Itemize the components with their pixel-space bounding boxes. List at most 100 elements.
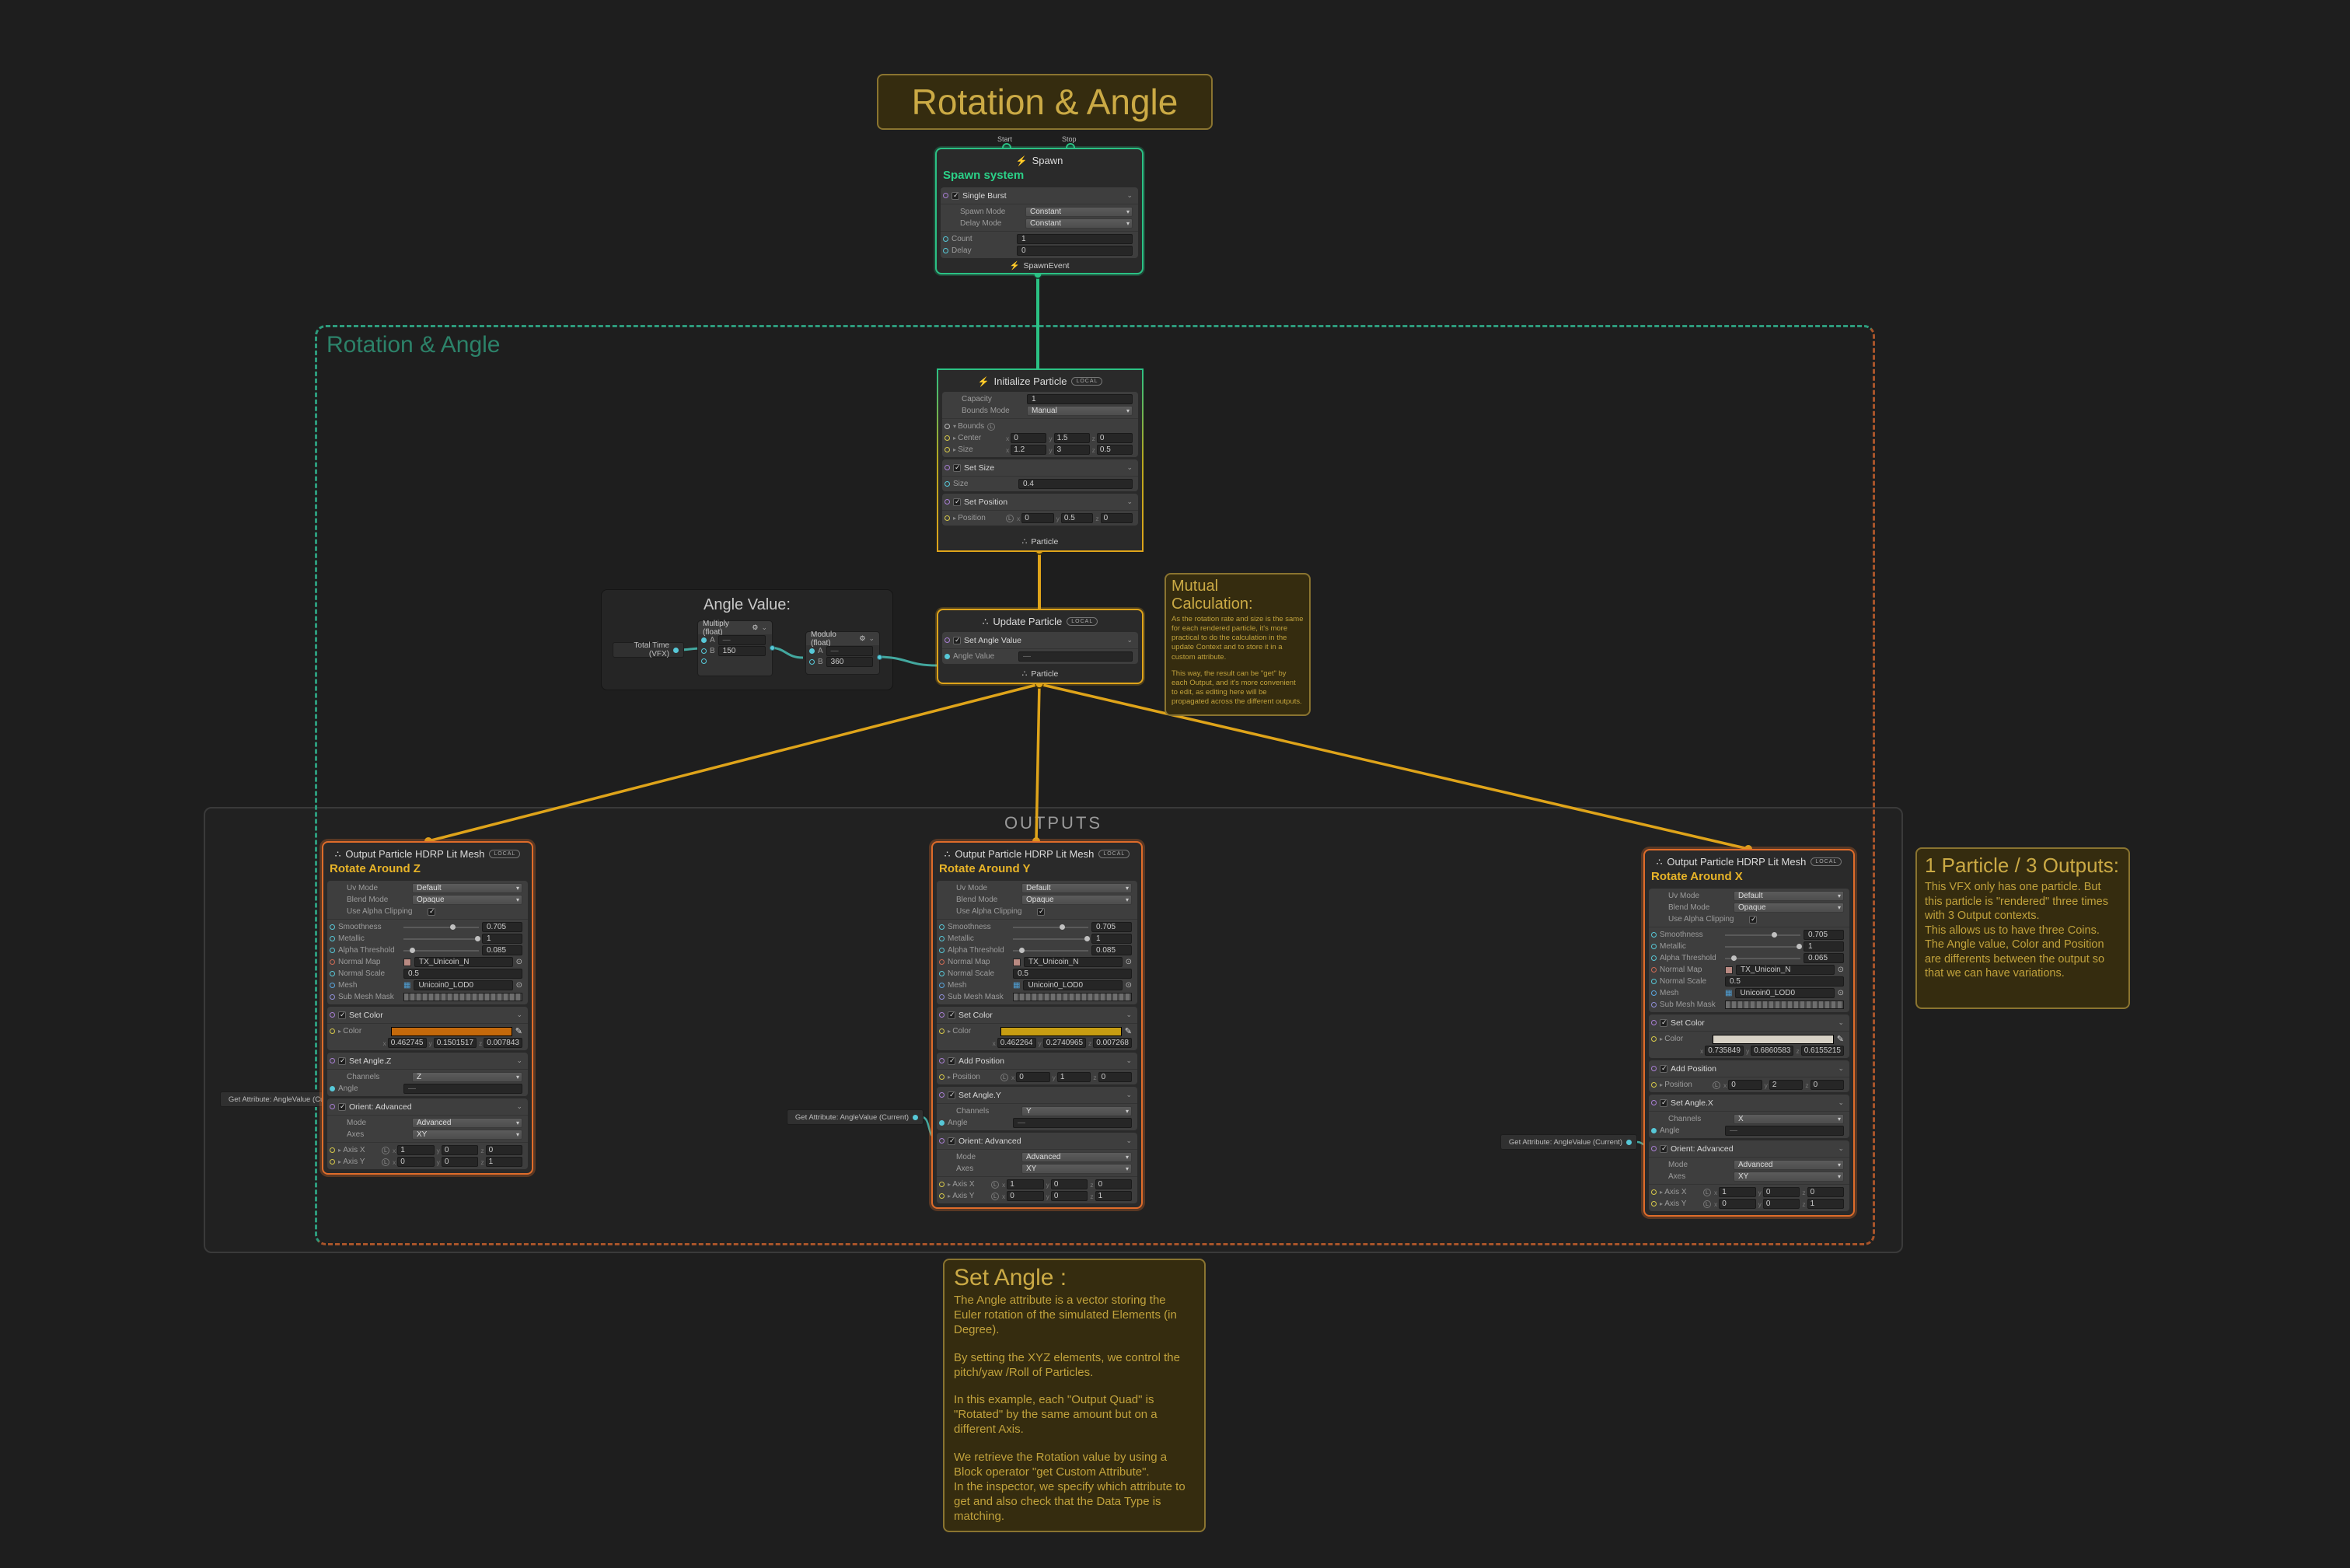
multiply-out-port[interactable] — [770, 645, 775, 651]
update-context[interactable]: ∴ Update Particle LOCAL Set Angle Value … — [937, 609, 1144, 684]
vfx-graph-canvas[interactable]: OUTPUTS Rotation & Angle Angle Value: Ro… — [0, 0, 2350, 1568]
color-swatch[interactable] — [1713, 1034, 1834, 1044]
set-position-block[interactable]: Set Position Position L x0 y0.5 z0 — [942, 494, 1138, 526]
normal-map-port[interactable] — [1651, 967, 1657, 973]
output-subtitle[interactable]: Rotate Around Z — [323, 862, 532, 878]
channels-dropdown[interactable]: Z — [412, 1072, 522, 1082]
normal-map-field[interactable]: TX_Unicoin_N — [1736, 965, 1835, 975]
smoothness-slider[interactable] — [1013, 922, 1088, 932]
render-settings-block[interactable]: Uv Mode Default Blend Mode Opaque Use Al… — [937, 881, 1137, 1004]
bounds-port[interactable] — [945, 424, 950, 429]
axis-x-port[interactable] — [1651, 1189, 1657, 1195]
output-subtitle[interactable]: Rotate Around Y — [933, 862, 1141, 878]
delay-mode-dropdown[interactable]: Constant — [1025, 218, 1133, 229]
modulo-operator[interactable]: Modulo (float) ⚙ A — B 360 — [805, 630, 882, 675]
smoothness-field[interactable]: 0.705 — [1804, 930, 1844, 940]
axis-x-port[interactable] — [330, 1147, 335, 1153]
alpha-threshold-field[interactable]: 0.085 — [1091, 945, 1132, 955]
local-space-icon[interactable]: L — [1713, 1081, 1720, 1089]
sub-mesh-mask-port[interactable] — [330, 994, 335, 1000]
count-port[interactable] — [943, 236, 948, 242]
set-angle-block[interactable]: Set Angle.X Channels X Angle — — [1649, 1095, 1849, 1138]
block-enable-port[interactable] — [939, 1092, 945, 1098]
angle-field[interactable]: — — [1725, 1126, 1844, 1136]
set-angle-checkbox[interactable] — [948, 1091, 955, 1099]
eyedropper-icon[interactable]: ✎ — [515, 1026, 522, 1036]
axis-x-vec3[interactable]: x1 y0 z0 — [1714, 1187, 1845, 1197]
orient-axes-dropdown[interactable]: XY — [1021, 1164, 1132, 1174]
local-space-icon[interactable]: L — [991, 1180, 999, 1189]
axis-y-vec3[interactable]: x0 y0 z1 — [393, 1157, 523, 1167]
set-size-checkbox[interactable] — [953, 463, 961, 472]
smoothness-port[interactable] — [939, 924, 945, 930]
position-vec3[interactable]: x0 y 0.5 z0 — [1017, 513, 1133, 523]
orient-checkbox[interactable] — [1660, 1144, 1667, 1153]
capacity-field[interactable]: 1 — [1027, 394, 1133, 404]
normal-map-field[interactable]: TX_Unicoin_N — [1024, 957, 1123, 967]
chevron-down-icon[interactable] — [1838, 1144, 1844, 1153]
mesh-field[interactable]: Unicoin0_LOD0 — [1023, 980, 1123, 990]
local-space-icon[interactable]: L — [382, 1146, 389, 1154]
delay-field[interactable]: 0 — [1017, 246, 1133, 256]
channels-dropdown[interactable]: Y — [1021, 1106, 1132, 1116]
single-burst-block[interactable]: Single Burst Spawn Mode Constant Delay M… — [941, 187, 1138, 258]
orient-mode-dropdown[interactable]: Advanced — [412, 1118, 522, 1128]
block-enable-port[interactable] — [330, 1058, 335, 1063]
object-picker-icon[interactable]: ⊙ — [1838, 989, 1844, 997]
title-sticky-note[interactable]: Rotation & Angle — [877, 74, 1213, 130]
modulo-out-port[interactable] — [877, 655, 882, 660]
set-angle-checkbox[interactable] — [1660, 1098, 1667, 1107]
modulo-a-port[interactable] — [809, 648, 815, 654]
center-port[interactable] — [945, 435, 950, 441]
smoothness-field[interactable]: 0.705 — [1091, 922, 1132, 932]
sub-mesh-mask-field[interactable] — [403, 993, 522, 1001]
axis-y-port[interactable] — [330, 1159, 335, 1165]
smoothness-slider[interactable] — [403, 922, 479, 932]
orient-axes-dropdown[interactable]: XY — [412, 1130, 522, 1140]
chevron-down-icon[interactable] — [516, 1056, 522, 1065]
total-time-operator[interactable]: Total Time (VFX) — [613, 641, 684, 658]
set-angle-block[interactable]: Set Angle.Z Channels Z Angle — — [327, 1053, 528, 1096]
multiply-b-field[interactable]: 150 — [718, 645, 766, 656]
size-vec3[interactable]: x 1.2 y3 z 0.5 — [1006, 445, 1133, 455]
chevron-down-icon[interactable] — [868, 634, 875, 643]
alpha-threshold-field[interactable]: 0.065 — [1804, 953, 1844, 963]
spawn-event-label[interactable]: SpawnEvent — [1024, 261, 1070, 271]
normal-scale-port[interactable] — [939, 971, 945, 976]
single-burst-checkbox[interactable] — [952, 191, 959, 200]
uv-mode-dropdown[interactable]: Default — [1734, 891, 1844, 901]
set-color-block[interactable]: Set Color Color ✎ x0.735849 y0.6860583 z… — [1649, 1014, 1849, 1058]
block-enable-port[interactable] — [945, 637, 950, 643]
block-enable-port[interactable] — [945, 499, 950, 505]
color-port[interactable] — [330, 1028, 335, 1034]
eyedropper-icon[interactable]: ✎ — [1837, 1034, 1844, 1044]
metallic-field[interactable]: 1 — [1091, 934, 1132, 944]
channels-dropdown[interactable]: X — [1734, 1114, 1844, 1124]
position-vec3[interactable]: x0 y2 z0 — [1723, 1080, 1845, 1090]
metallic-field[interactable]: 1 — [1804, 941, 1844, 952]
size-value-port[interactable] — [945, 481, 950, 487]
angle-value-field[interactable]: — — [1018, 651, 1133, 662]
normal-scale-field[interactable]: 0.5 — [1725, 976, 1844, 987]
block-enable-port[interactable] — [943, 193, 948, 198]
block-enable-port[interactable] — [330, 1012, 335, 1018]
local-space-icon[interactable]: L — [987, 422, 996, 431]
bounds-mode-dropdown[interactable]: Manual — [1027, 406, 1133, 416]
local-space-icon[interactable]: L — [1703, 1200, 1711, 1208]
chevron-down-icon[interactable] — [516, 1011, 522, 1019]
get-attribute-operator-x[interactable]: Get Attribute: AngleValue (Current) — [1500, 1134, 1637, 1150]
angle-port[interactable] — [939, 1120, 945, 1126]
set-size-block[interactable]: Set Size Size 0.4 — [942, 459, 1138, 491]
normal-scale-field[interactable]: 0.5 — [403, 969, 522, 979]
mesh-field[interactable]: Unicoin0_LOD0 — [1735, 988, 1835, 998]
angle-value-port[interactable] — [945, 654, 950, 659]
uv-mode-dropdown[interactable]: Default — [1021, 883, 1132, 893]
total-time-out-port[interactable] — [673, 647, 679, 653]
chevron-down-icon[interactable] — [1126, 498, 1133, 506]
chevron-down-icon[interactable] — [761, 623, 767, 632]
color-vec3[interactable]: x 0.462745 y 0.1501517 z 0.007843 — [383, 1038, 522, 1048]
set-angle-checkbox[interactable] — [338, 1056, 346, 1065]
blend-mode-dropdown[interactable]: Opaque — [1734, 903, 1844, 913]
color-swatch[interactable] — [391, 1026, 512, 1036]
use-alpha-clipping-checkbox[interactable] — [1749, 915, 1757, 924]
